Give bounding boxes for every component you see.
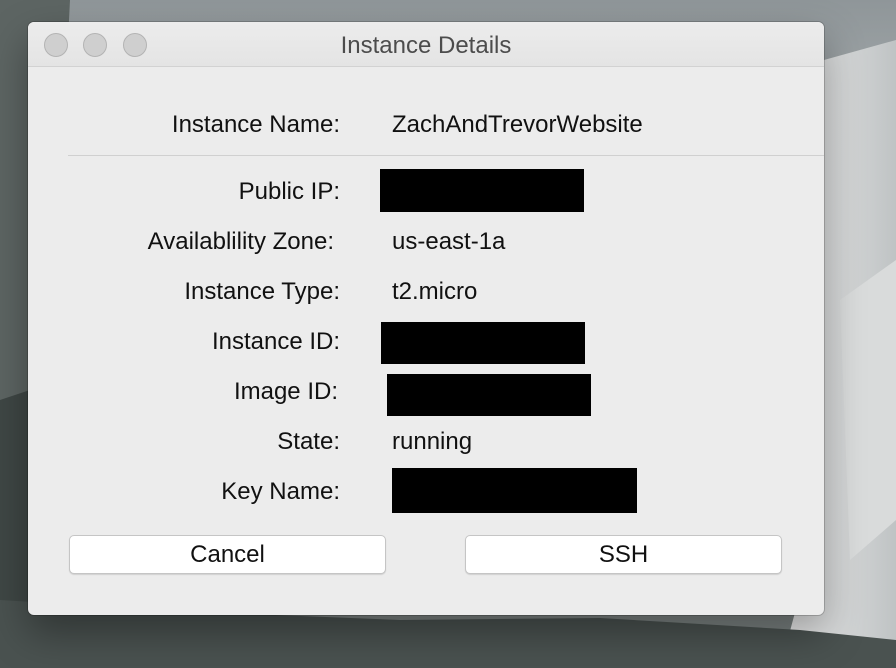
instance-type-label: Instance Type: bbox=[184, 278, 340, 305]
public-ip-redacted-value bbox=[380, 169, 584, 212]
image-id-redacted-value bbox=[387, 374, 591, 416]
instance-id-redacted-value bbox=[381, 322, 585, 364]
instance-name-value: ZachAndTrevorWebsite bbox=[392, 111, 643, 138]
state-label: State: bbox=[277, 428, 340, 455]
window-title: Instance Details bbox=[340, 32, 512, 59]
availability-zone-label: Availablility Zone: bbox=[147, 228, 334, 255]
instance-details-window: Instance Details Instance Name: ZachAndT… bbox=[28, 22, 824, 615]
availability-zone-value: us-east-1a bbox=[392, 228, 506, 255]
separator bbox=[68, 155, 824, 156]
title-bar[interactable]: Instance Details bbox=[28, 22, 824, 67]
cancel-button[interactable]: Cancel bbox=[69, 535, 386, 574]
image-id-label: Image ID: bbox=[233, 378, 338, 405]
key-name-label: Key Name: bbox=[221, 478, 340, 505]
public-ip-label: Public IP: bbox=[238, 178, 340, 205]
instance-id-label: Instance ID: bbox=[211, 328, 340, 355]
state-value: running bbox=[392, 428, 473, 455]
instance-type-value: t2.micro bbox=[392, 278, 478, 305]
ssh-button[interactable]: SSH bbox=[465, 535, 782, 574]
instance-name-label: Instance Name: bbox=[171, 111, 340, 138]
key-name-redacted-value bbox=[392, 468, 637, 513]
